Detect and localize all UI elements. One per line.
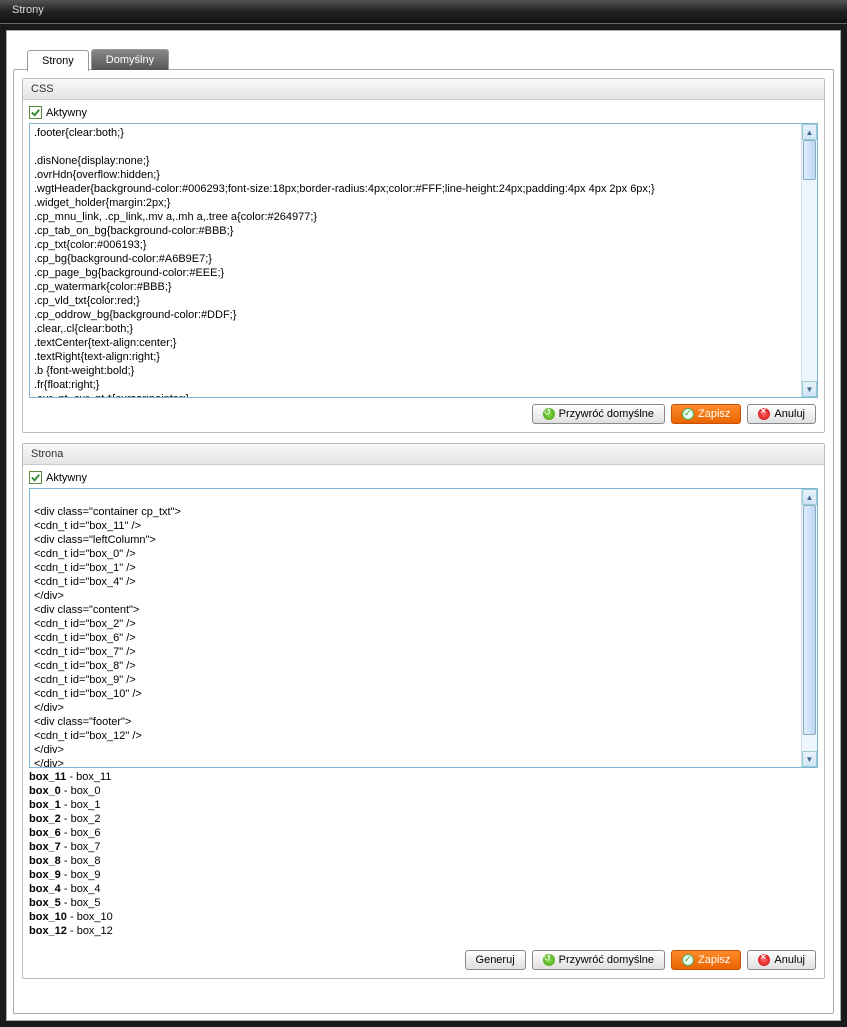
scroll-thumb[interactable]: [803, 140, 816, 180]
box-list-item: box_10 - box_10: [29, 910, 818, 924]
css-header: CSS: [23, 79, 824, 100]
scroll-thumb[interactable]: [803, 505, 816, 735]
ok-icon: [682, 408, 694, 420]
box-list-item: box_8 - box_8: [29, 854, 818, 868]
css-cancel-button[interactable]: Anuluj: [747, 404, 816, 424]
title-bar: [0, 0, 847, 24]
strona-restore-button[interactable]: Przywróć domyślne: [532, 950, 665, 970]
strona-fieldset: Strona Aktywny <div class="container cp_…: [22, 443, 825, 979]
scroll-down-icon[interactable]: ▼: [802, 381, 817, 397]
css-scrollbar[interactable]: ▲ ▼: [801, 124, 817, 397]
box-list-item: box_11 - box_11: [29, 770, 818, 784]
css-restore-button[interactable]: Przywróć domyślne: [532, 404, 665, 424]
tab-domyslny[interactable]: Domyślny: [91, 49, 169, 70]
box-list-item: box_0 - box_0: [29, 784, 818, 798]
css-active-label: Aktywny: [46, 107, 87, 119]
ok-icon: [682, 954, 694, 966]
css-content: .footer{clear:both;} .disNone{display:no…: [30, 124, 817, 397]
scroll-up-icon[interactable]: ▲: [802, 124, 817, 140]
tab-content: CSS Aktywny .footer{clear:both;} .disNon…: [13, 69, 834, 1014]
strona-header: Strona: [23, 444, 824, 465]
box-list-item: box_7 - box_7: [29, 840, 818, 854]
window-title: Strony: [12, 4, 44, 16]
scroll-up-icon[interactable]: ▲: [802, 489, 817, 505]
css-active-checkbox[interactable]: [29, 106, 42, 119]
strona-content: <div class="container cp_txt"> <cdn_t id…: [30, 489, 817, 767]
main-panel: Strony Domyślny CSS Aktywny .footer{clea…: [6, 30, 841, 1021]
css-fieldset: CSS Aktywny .footer{clear:both;} .disNon…: [22, 78, 825, 433]
box-list-item: box_6 - box_6: [29, 826, 818, 840]
box-list-item: box_5 - box_5: [29, 896, 818, 910]
box-list-item: box_9 - box_9: [29, 868, 818, 882]
tab-strony[interactable]: Strony: [27, 50, 89, 71]
box-list: box_11 - box_11box_0 - box_0box_1 - box_…: [29, 768, 818, 944]
generate-button[interactable]: Generuj: [465, 950, 526, 970]
strona-save-button[interactable]: Zapisz: [671, 950, 741, 970]
box-list-item: box_2 - box_2: [29, 812, 818, 826]
box-list-item: box_12 - box_12: [29, 924, 818, 938]
strona-active-label: Aktywny: [46, 472, 87, 484]
strona-cancel-button[interactable]: Anuluj: [747, 950, 816, 970]
strona-scrollbar[interactable]: ▲ ▼: [801, 489, 817, 767]
strona-active-checkbox[interactable]: [29, 471, 42, 484]
box-list-item: box_4 - box_4: [29, 882, 818, 896]
app-window: Strony Strony Domyślny CSS Aktywny .fo: [0, 0, 847, 1027]
scroll-down-icon[interactable]: ▼: [802, 751, 817, 767]
cancel-icon: [758, 408, 770, 420]
box-list-item: box_1 - box_1: [29, 798, 818, 812]
restore-icon: [543, 408, 555, 420]
restore-icon: [543, 954, 555, 966]
css-textarea[interactable]: .footer{clear:both;} .disNone{display:no…: [29, 123, 818, 398]
css-save-button[interactable]: Zapisz: [671, 404, 741, 424]
strona-textarea[interactable]: <div class="container cp_txt"> <cdn_t id…: [29, 488, 818, 768]
cancel-icon: [758, 954, 770, 966]
tab-bar: Strony Domyślny: [27, 49, 840, 70]
